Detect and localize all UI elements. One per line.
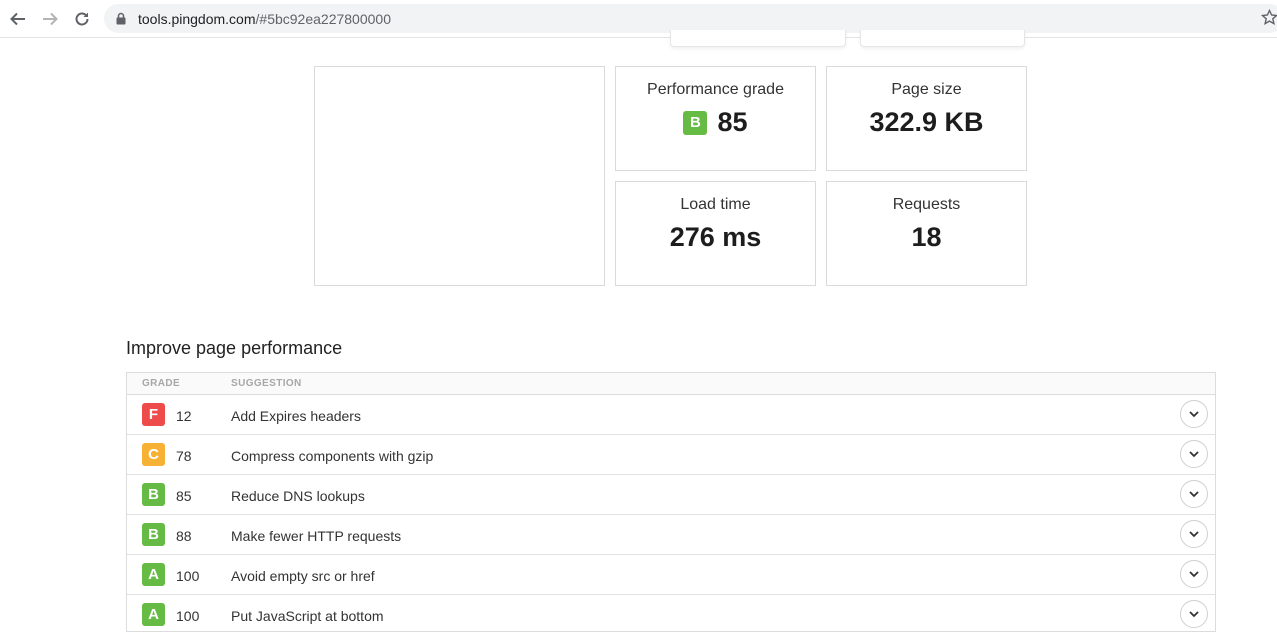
suggestion-text: Compress components with gzip: [231, 448, 434, 464]
grade-score: 85: [176, 488, 192, 504]
back-icon[interactable]: [6, 7, 30, 31]
chevron-down-icon: [1189, 450, 1199, 457]
url-host: tools.pingdom.com: [138, 11, 256, 27]
scrolled-panel-right: [860, 30, 1025, 47]
load-time-label: Load time: [680, 196, 751, 213]
chevron-down-icon: [1189, 530, 1199, 537]
suggestions-table: GRADE SUGGESTION F 12 Add Expires headers C…: [126, 372, 1216, 632]
grade-score: 12: [176, 408, 192, 424]
url-path: /#5bc92ea227800000: [255, 11, 391, 27]
expand-button[interactable]: [1180, 600, 1208, 628]
load-time-card: Load time 276 ms: [615, 181, 816, 286]
expand-button[interactable]: [1180, 440, 1208, 468]
performance-score: 85: [717, 107, 748, 137]
screenshot-preview: [314, 66, 605, 286]
table-row[interactable]: B 85 Reduce DNS lookups: [127, 475, 1215, 515]
suggestion-text: Add Expires headers: [231, 408, 361, 424]
table-row[interactable]: B 88 Make fewer HTTP requests: [127, 515, 1215, 555]
suggestion-text: Avoid empty src or href: [231, 568, 375, 584]
requests-label: Requests: [892, 196, 961, 213]
grade-column-header: GRADE: [142, 378, 181, 389]
chevron-down-icon: [1189, 410, 1199, 417]
grade-score: 88: [176, 528, 192, 544]
grade-badge: B: [142, 523, 165, 546]
page-size-value: 322.9 KB: [869, 107, 984, 137]
grade-score: 78: [176, 448, 192, 464]
suggestion-text: Put JavaScript at bottom: [231, 608, 384, 624]
page-size-card: Page size 322.9 KB: [826, 66, 1027, 171]
reload-icon[interactable]: [70, 7, 94, 31]
lock-icon: [116, 12, 126, 30]
table-body: F 12 Add Expires headers C 78 Compress compon…: [127, 395, 1215, 631]
url-text: tools.pingdom.com/#5bc92ea227800000: [138, 11, 391, 27]
grade-score: 100: [176, 608, 200, 624]
table-row[interactable]: A 100 Put JavaScript at bottom: [127, 595, 1215, 631]
section-title: Improve page performance: [126, 338, 343, 358]
star-icon[interactable]: [1260, 8, 1277, 31]
grade-badge: C: [142, 443, 165, 466]
grade-badge: F: [142, 403, 165, 426]
table-row[interactable]: F 12 Add Expires headers: [127, 395, 1215, 435]
grade-badge: A: [142, 603, 165, 626]
suggestion-column-header: SUGGESTION: [231, 378, 302, 389]
table-header: GRADE SUGGESTION: [127, 373, 1215, 395]
suggestion-text: Make fewer HTTP requests: [231, 528, 402, 544]
grade-badge: B: [142, 483, 165, 506]
table-row[interactable]: C 78 Compress components with gzip: [127, 435, 1215, 475]
chevron-down-icon: [1189, 610, 1199, 617]
grade-badge: B: [683, 110, 708, 135]
requests-value: 18: [911, 222, 942, 252]
browser-toolbar: tools.pingdom.com/#5bc92ea227800000: [0, 0, 1277, 38]
page-size-label: Page size: [891, 81, 962, 98]
expand-button[interactable]: [1180, 480, 1208, 508]
suggestion-text: Reduce DNS lookups: [231, 488, 365, 504]
grade-score: 100: [176, 568, 200, 584]
table-row[interactable]: A 100 Avoid empty src or href: [127, 555, 1215, 595]
expand-button[interactable]: [1180, 560, 1208, 588]
address-bar[interactable]: tools.pingdom.com/#5bc92ea227800000: [104, 4, 1277, 33]
performance-grade-label: Performance grade: [647, 81, 784, 98]
chevron-down-icon: [1189, 570, 1199, 577]
grade-badge: A: [142, 563, 165, 586]
performance-grade-card: Performance grade B 85: [615, 66, 816, 171]
forward-icon[interactable]: [38, 7, 62, 31]
requests-card: Requests 18: [826, 181, 1027, 286]
expand-button[interactable]: [1180, 520, 1208, 548]
load-time-value: 276 ms: [669, 222, 762, 252]
chevron-down-icon: [1189, 490, 1199, 497]
performance-grade-value: B 85: [616, 107, 815, 138]
scrolled-panel-left: [670, 30, 846, 47]
expand-button[interactable]: [1180, 400, 1208, 428]
